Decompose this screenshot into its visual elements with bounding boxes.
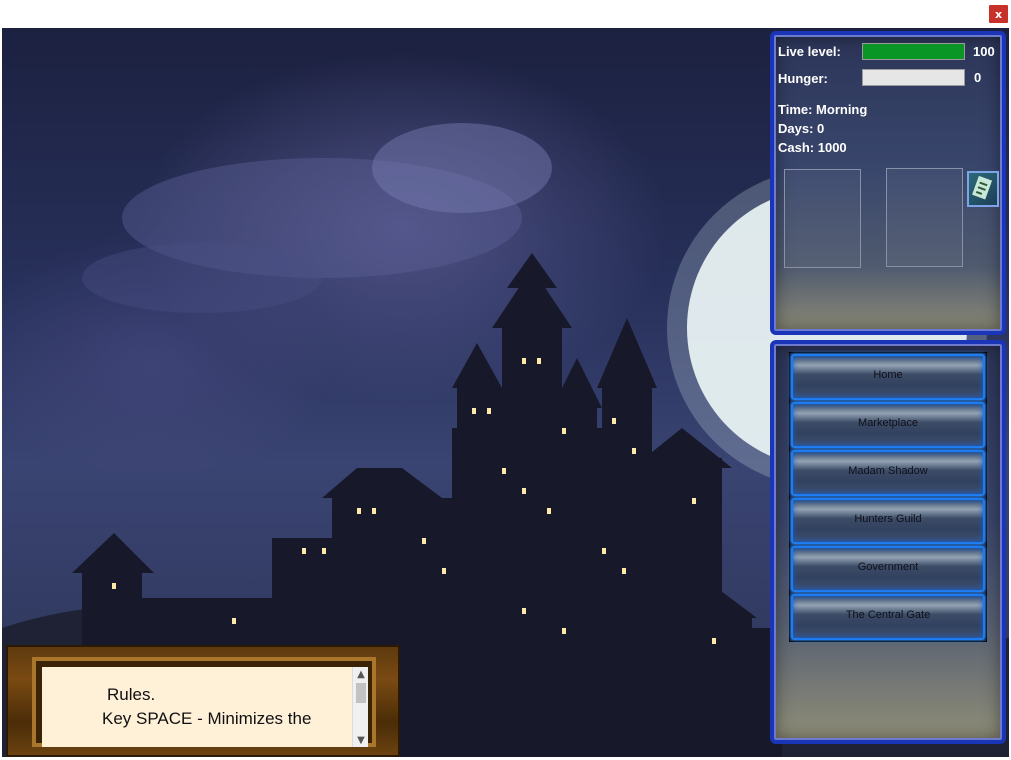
scroll-down-icon[interactable]: ▼ (353, 733, 368, 747)
cash-text: Cash: 1000 (778, 140, 847, 155)
nav-button-home[interactable]: Home (791, 354, 985, 400)
scroll-thumb[interactable] (356, 683, 366, 703)
hunger-bar (862, 69, 965, 86)
live-level-bar (862, 43, 965, 60)
window-titlebar: x (0, 0, 1011, 28)
rules-line: Key SPACE - Minimizes the (102, 709, 312, 728)
window-close-button[interactable]: x (989, 5, 1008, 23)
live-level-bar-fill (863, 44, 964, 59)
nav-button-hunters-guild[interactable]: Hunters Guild (791, 498, 985, 544)
nav-button-government[interactable]: Government (791, 546, 985, 592)
rules-scrollbar[interactable]: ▲ ▼ (352, 667, 368, 747)
live-level-label: Live level: (778, 44, 841, 59)
rules-textbox[interactable]: Rules. Key SPACE - Minimizes the ▲ ▼ (42, 667, 368, 747)
nav-button-madam-shadow[interactable]: Madam Shadow (791, 450, 985, 496)
hunger-value: 0 (974, 70, 982, 85)
location-list: Home Marketplace Madam Shadow Hunters Gu… (789, 352, 987, 642)
time-text: Time: Morning (778, 102, 868, 117)
nav-button-central-gate[interactable]: The Central Gate (791, 594, 985, 640)
live-level-value: 100 (973, 44, 995, 59)
navigation-panel: Home Marketplace Madam Shadow Hunters Gu… (770, 340, 1006, 744)
nav-button-marketplace[interactable]: Marketplace (791, 402, 985, 448)
rules-title: Rules. (107, 685, 156, 704)
rules-frame: Rules. Key SPACE - Minimizes the ▲ ▼ (32, 657, 376, 747)
status-panel: Live level: 100 Hunger: 0 Time: Morning … (770, 31, 1006, 335)
days-text: Days: 0 (778, 121, 825, 136)
scroll-up-icon[interactable]: ▲ (353, 667, 368, 681)
scroll-map-icon[interactable] (967, 171, 999, 207)
rules-board: Rules. Key SPACE - Minimizes the ▲ ▼ (6, 645, 400, 757)
hunger-label: Hunger: (778, 71, 828, 86)
inventory-slot-1[interactable] (784, 169, 861, 268)
inventory-slot-2[interactable] (886, 168, 963, 267)
